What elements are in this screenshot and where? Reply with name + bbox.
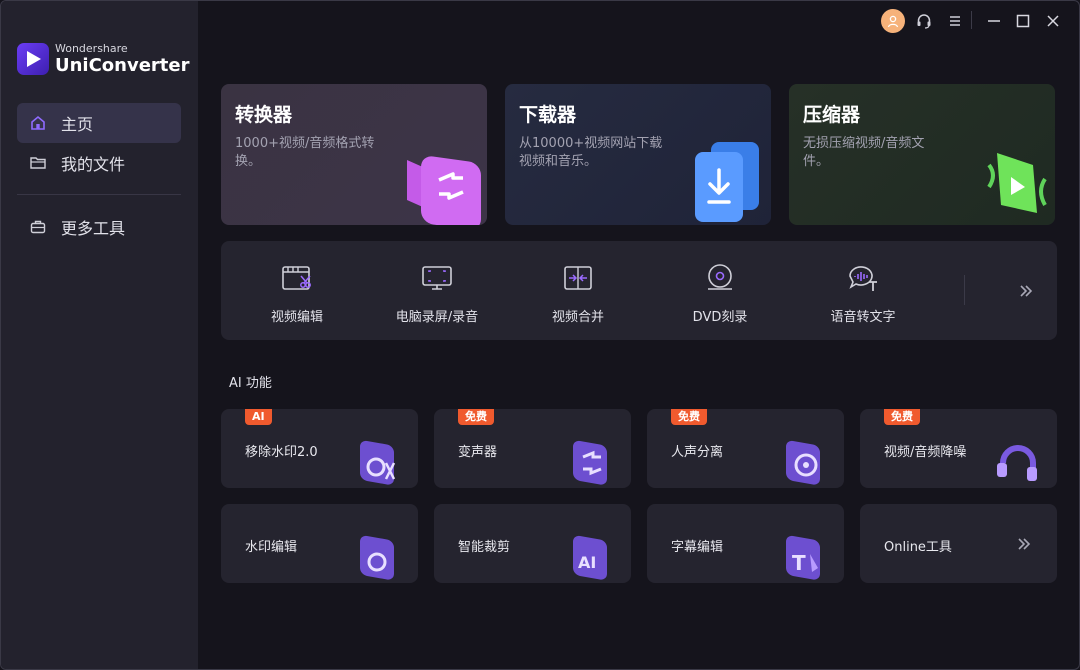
ai-card-subtitle-editor[interactable]: 字幕编辑 T xyxy=(647,504,844,583)
converter-card[interactable]: 转换器 1000+视频/音频格式转换。 xyxy=(221,84,487,225)
converter-icon xyxy=(407,156,481,225)
ai-card-noise-reduction[interactable]: 免费 视频/音频降噪 xyxy=(860,409,1057,488)
free-badge: 免费 xyxy=(884,409,920,425)
ai-card-label: 人声分离 xyxy=(671,445,724,460)
ai-card-ai-crop[interactable]: 智能裁剪 AI xyxy=(434,504,631,583)
speech-to-text-icon xyxy=(846,263,880,293)
app-logo: Wondershare UniConverter xyxy=(17,43,190,75)
ai-card-label: 水印编辑 xyxy=(245,540,298,555)
tool-video-edit[interactable]: 视频编辑 xyxy=(252,241,342,340)
tools-strip: 视频编辑 电脑录屏/录音 视频合并 DVD刻录 语音转文字 xyxy=(221,241,1057,340)
close-icon xyxy=(1047,15,1059,27)
chevron-double-right-icon xyxy=(1018,538,1031,550)
sidebar-item-my-files[interactable]: 我的文件 xyxy=(17,143,181,183)
ai-section-title: AI 功能 xyxy=(229,376,272,391)
compressor-icon xyxy=(987,153,1047,213)
ai-crop-icon: AI xyxy=(573,535,607,580)
menu-button[interactable] xyxy=(945,7,965,35)
ai-card-label: 字幕编辑 xyxy=(671,540,724,555)
tool-speech-to-text[interactable]: 语音转文字 xyxy=(813,241,913,340)
sidebar-item-more-tools[interactable]: 更多工具 xyxy=(17,207,181,247)
toolbox-icon xyxy=(29,218,47,236)
vocal-remover-icon xyxy=(786,440,820,485)
ai-card-watermark-editor[interactable]: 水印编辑 xyxy=(221,504,418,583)
svg-text:T: T xyxy=(792,551,806,575)
user-icon xyxy=(881,9,905,33)
dvd-burn-icon xyxy=(703,263,737,293)
video-merge-icon xyxy=(561,263,595,293)
ai-card-label: 视频/音频降噪 xyxy=(884,445,967,460)
tools-divider xyxy=(964,275,965,305)
brand-name: UniConverter xyxy=(55,55,190,76)
user-avatar-button[interactable] xyxy=(880,7,906,35)
card-description: 无损压缩视频/音频文件。 xyxy=(803,136,925,169)
maximize-icon xyxy=(1016,14,1030,28)
video-edit-icon xyxy=(280,263,314,293)
card-title: 转换器 xyxy=(235,104,293,126)
sidebar: Wondershare UniConverter 主页 我的文件 更多工具 xyxy=(1,1,198,669)
tool-label: DVD刻录 xyxy=(692,310,748,325)
card-title: 压缩器 xyxy=(803,104,861,126)
sidebar-item-label: 我的文件 xyxy=(61,155,126,174)
logo-icon xyxy=(17,43,49,75)
card-description: 从10000+视频网站下载视频和音乐。 xyxy=(519,136,663,169)
online-tools-card[interactable]: Online工具 xyxy=(860,504,1057,583)
voice-changer-icon xyxy=(573,440,607,485)
more-tools-button[interactable] xyxy=(1011,279,1041,303)
remove-watermark-icon xyxy=(360,440,396,485)
ai-card-label: Online工具 xyxy=(884,540,952,555)
tool-label: 视频合并 xyxy=(551,310,604,325)
minimize-icon xyxy=(988,20,1000,22)
tool-label: 电脑录屏/录音 xyxy=(395,310,479,325)
chevron-double-right-icon xyxy=(1020,285,1033,297)
ai-card-voice-changer[interactable]: 免费 变声器 xyxy=(434,409,631,488)
minimize-button[interactable] xyxy=(983,7,1005,35)
maximize-button[interactable] xyxy=(1012,7,1034,35)
svg-text:AI: AI xyxy=(578,553,596,572)
menu-icon xyxy=(950,16,960,26)
tool-video-merge[interactable]: 视频合并 xyxy=(533,241,623,340)
sidebar-item-label: 主页 xyxy=(61,115,94,134)
ai-card-remove-watermark[interactable]: AI 移除水印2.0 xyxy=(221,409,418,488)
support-button[interactable] xyxy=(913,7,935,35)
tool-screen-record[interactable]: 电脑录屏/录音 xyxy=(381,241,493,340)
downloader-card[interactable]: 下载器 从10000+视频网站下载视频和音乐。 xyxy=(505,84,771,225)
tool-label: 视频编辑 xyxy=(270,310,323,325)
close-button[interactable] xyxy=(1042,7,1064,35)
sidebar-divider xyxy=(17,194,181,195)
titlebar-divider xyxy=(971,11,972,29)
subtitle-editor-icon: T xyxy=(786,535,820,580)
app-window: Wondershare UniConverter 主页 我的文件 更多工具 转换… xyxy=(0,0,1080,670)
brand-small-text: Wondershare xyxy=(55,42,128,55)
downloader-icon xyxy=(695,142,759,222)
folder-icon xyxy=(29,154,47,172)
ai-card-label: 移除水印2.0 xyxy=(245,445,318,460)
online-tools-chevron xyxy=(1012,532,1036,556)
tool-label: 语音转文字 xyxy=(830,310,896,325)
ai-card-vocal-remover[interactable]: 免费 人声分离 xyxy=(647,409,844,488)
sidebar-item-home[interactable]: 主页 xyxy=(17,103,181,143)
ai-badge: AI xyxy=(245,409,272,425)
free-badge: 免费 xyxy=(671,409,707,425)
noise-reduction-icon xyxy=(997,445,1037,481)
card-description: 1000+视频/音频格式转换。 xyxy=(235,136,375,169)
ai-card-label: 智能裁剪 xyxy=(458,540,511,555)
compressor-card[interactable]: 压缩器 无损压缩视频/音频文件。 xyxy=(789,84,1055,225)
home-icon xyxy=(29,114,47,132)
headset-icon xyxy=(917,14,931,29)
screen-record-icon xyxy=(420,263,454,293)
watermark-editor-icon xyxy=(360,535,394,580)
card-title: 下载器 xyxy=(519,104,577,126)
ai-card-label: 变声器 xyxy=(458,445,498,460)
tool-dvd-burn[interactable]: DVD刻录 xyxy=(675,241,765,340)
sidebar-item-label: 更多工具 xyxy=(61,219,126,238)
free-badge: 免费 xyxy=(458,409,494,425)
